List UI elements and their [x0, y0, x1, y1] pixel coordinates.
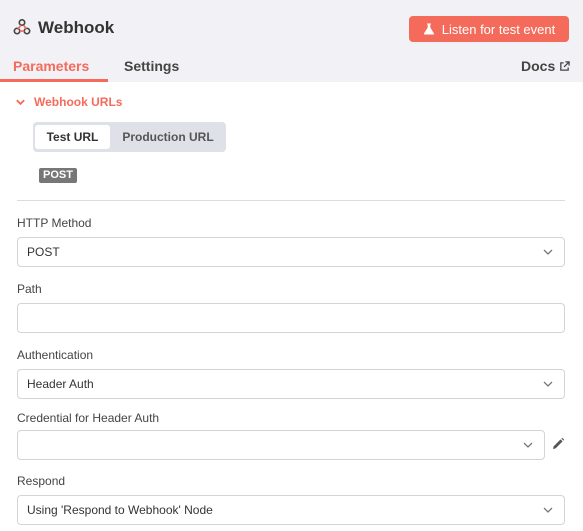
path-label: Path — [17, 282, 42, 296]
respond-select[interactable]: Using 'Respond to Webhook' Node — [17, 495, 565, 525]
docs-link[interactable]: Docs — [521, 57, 570, 75]
panel-header: Webhook Listen for test event Parameters… — [0, 0, 583, 82]
chevron-down-icon — [543, 381, 553, 387]
docs-label: Docs — [521, 58, 556, 74]
authentication-value: Header Auth — [27, 377, 94, 391]
chevron-down-icon — [543, 507, 553, 513]
chevron-down-icon — [523, 442, 533, 448]
http-method-badge: POST — [39, 168, 77, 183]
authentication-label: Authentication — [17, 348, 94, 362]
respond-value: Using 'Respond to Webhook' Node — [27, 503, 213, 517]
credential-select[interactable] — [17, 430, 545, 460]
chevron-down-icon — [16, 99, 25, 105]
listen-for-test-event-button[interactable]: Listen for test event — [409, 16, 569, 42]
tab-settings[interactable]: Settings — [124, 57, 179, 75]
listen-button-label: Listen for test event — [441, 21, 556, 37]
webhook-icon — [13, 18, 31, 35]
path-input[interactable] — [17, 303, 565, 333]
pencil-icon[interactable] — [551, 437, 565, 451]
tab-parameters[interactable]: Parameters — [13, 57, 89, 75]
external-link-icon — [560, 60, 570, 71]
http-method-select[interactable]: POST — [17, 237, 565, 267]
node-title: Webhook — [38, 18, 115, 37]
tab-production-url[interactable]: Production URL — [112, 125, 224, 149]
tab-test-url[interactable]: Test URL — [35, 125, 110, 149]
http-method-value: POST — [27, 245, 60, 259]
chevron-down-icon — [543, 249, 553, 255]
active-tab-indicator — [0, 79, 108, 82]
authentication-select[interactable]: Header Auth — [17, 369, 565, 399]
webhook-urls-toggle[interactable]: Webhook URLs — [15, 95, 122, 109]
flask-icon — [423, 23, 434, 35]
credential-label: Credential for Header Auth — [17, 411, 160, 425]
respond-label: Respond — [17, 474, 66, 488]
url-type-tabs: Test URL Production URL — [33, 122, 226, 152]
webhook-urls-label: Webhook URLs — [34, 95, 123, 109]
divider — [17, 200, 565, 201]
http-method-label: HTTP Method — [17, 216, 92, 230]
